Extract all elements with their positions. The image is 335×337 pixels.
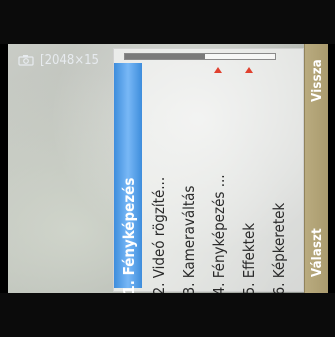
menu-item-kameravaltas[interactable]: 03. Kameraváltás [174, 63, 202, 293]
camera-icon [18, 54, 34, 66]
bottom-bezel [0, 293, 335, 337]
back-softkey-label: Vissza [309, 58, 325, 102]
menu-item-label: 01. Fényképezés [120, 177, 138, 293]
submenu-arrow-icon [245, 67, 253, 73]
menu-item-fenykepezes-beallitasok[interactable]: 04. Fényképezés ... [204, 63, 232, 293]
menu-item-label: 05. Effektek [240, 222, 258, 293]
menu-item-kepkeretek[interactable]: 06. Képkeretek [264, 63, 292, 293]
menu-item-label: 06. Képkeretek [270, 202, 288, 293]
menu-scrollbar-thumb[interactable] [125, 54, 205, 59]
select-softkey-label: Választ [309, 227, 325, 277]
menu-item-label: 02. Videó rögzíté... [150, 176, 168, 293]
top-bezel [0, 0, 335, 44]
menu-item-video-rogzites[interactable]: 02. Videó rögzíté... [144, 63, 172, 293]
menu-scrollbar[interactable] [124, 53, 276, 60]
status-bar: [2048×15 [18, 50, 99, 70]
submenu-arrow-icon [214, 67, 222, 73]
menu-item-effektek[interactable]: 05. Effektek [234, 63, 262, 293]
resolution-label: [2048×15 [40, 52, 100, 68]
back-softkey[interactable]: Vissza [305, 44, 328, 116]
menu-item-label: 03. Kameraváltás [180, 185, 198, 293]
menu-item-label: 04. Fényképezés ... [210, 174, 228, 293]
menu-item-fenykepezes[interactable]: 01. Fényképezés [114, 63, 142, 293]
select-softkey[interactable]: Választ [305, 212, 328, 292]
phone-screen: [2048×15 01. Fényképezés 02. Videó rögzí… [0, 0, 335, 337]
softkey-panel: Vissza Választ [304, 44, 328, 293]
options-menu: 01. Fényképezés 02. Videó rögzíté... 03.… [113, 48, 304, 293]
camera-viewfinder: [2048×15 01. Fényképezés 02. Videó rögzí… [8, 44, 328, 293]
